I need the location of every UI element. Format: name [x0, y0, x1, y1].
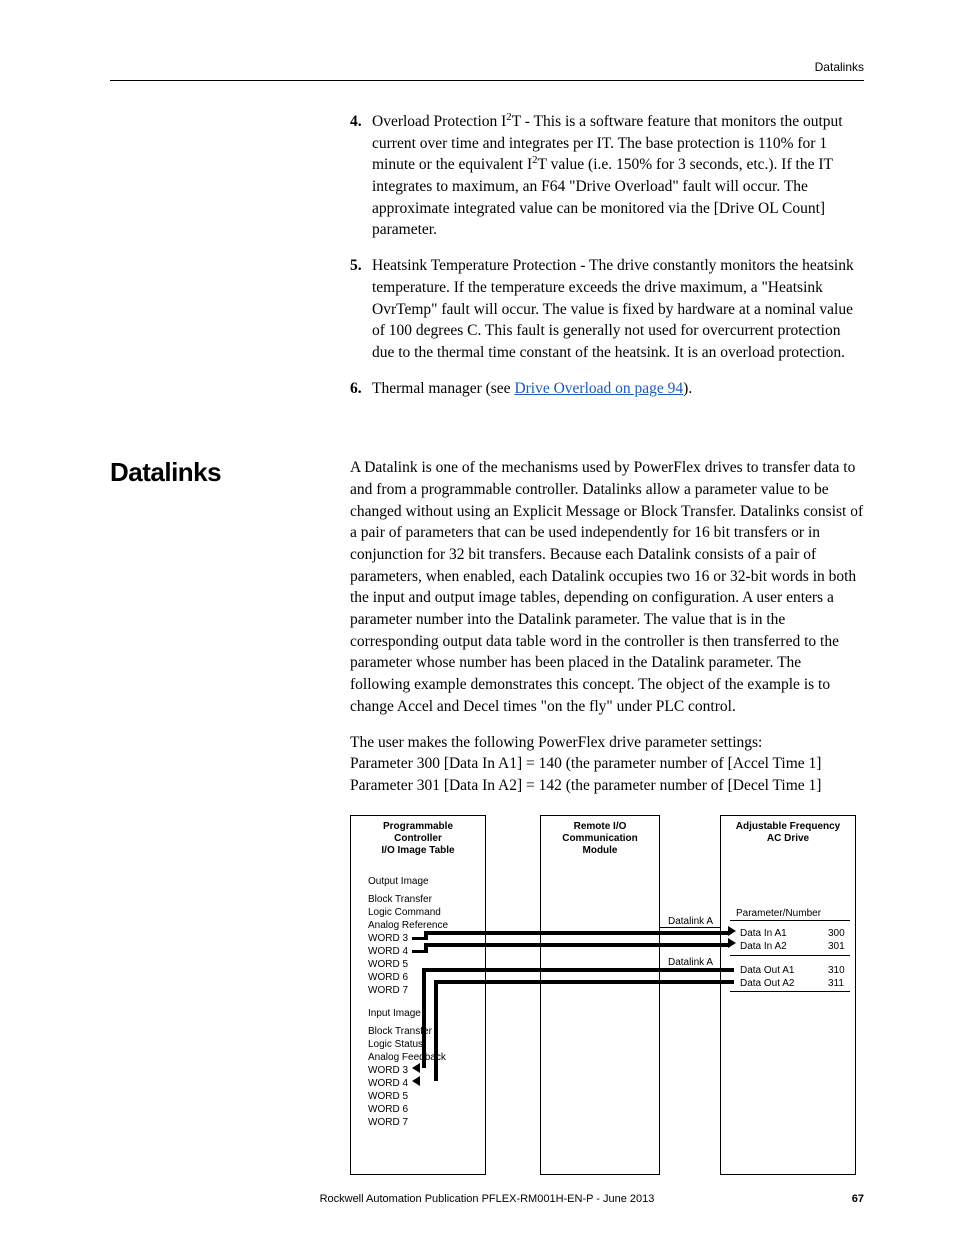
box-drive: Adjustable Frequency AC Drive — [720, 815, 856, 1175]
header-title: Datalinks — [815, 60, 864, 74]
label: Data Out A2 — [740, 977, 794, 990]
list-number: 4. — [350, 111, 372, 241]
numbered-list-row: 4. Overload Protection I2T - This is a s… — [110, 111, 864, 413]
footer-publication: Rockwell Automation Publication PFLEX-RM… — [320, 1193, 655, 1205]
box-line: I/O Image Table — [355, 845, 481, 857]
datalink-diagram: Programmable Controller I/O Image Table … — [350, 815, 860, 1185]
box-line: Controller — [355, 833, 481, 845]
label: 311 — [828, 977, 844, 990]
connector — [422, 968, 426, 1068]
divider — [730, 955, 850, 956]
connector — [434, 980, 438, 1081]
section-title: Datalinks — [110, 457, 350, 488]
divider — [660, 968, 720, 969]
list-item-6: 6. Thermal manager (see Drive Overload o… — [350, 378, 864, 400]
datalinks-section: Datalinks A Datalink is one of the mecha… — [110, 457, 864, 1184]
page-number: 67 — [852, 1193, 864, 1205]
connector — [424, 943, 428, 953]
label: Logic Status — [368, 1038, 423, 1051]
arrow-icon — [412, 1076, 420, 1086]
label-input-image: Input Image — [368, 1007, 421, 1020]
divider — [730, 920, 850, 921]
label: Block Transfer — [368, 893, 432, 906]
label-output-image: Output Image — [368, 875, 429, 888]
list-text: Thermal manager (see Drive Overload on p… — [372, 378, 864, 400]
list-number: 6. — [350, 378, 372, 400]
label: WORD 7 — [368, 1116, 408, 1129]
list-item-4: 4. Overload Protection I2T - This is a s… — [350, 111, 864, 241]
list-text: Heatsink Temperature Protection - The dr… — [372, 255, 864, 363]
arrow-icon — [412, 1063, 420, 1073]
label-param-num: Parameter/Number — [736, 907, 821, 920]
label: Data In A2 — [740, 940, 787, 953]
paragraph-group: The user makes the following PowerFlex d… — [350, 732, 864, 797]
label: WORD 6 — [368, 971, 408, 984]
connector — [412, 950, 424, 953]
arrow-icon — [728, 926, 736, 936]
label: WORD 5 — [368, 1090, 408, 1103]
box-line: AC Drive — [725, 833, 851, 845]
label: WORD 4 — [368, 1077, 408, 1090]
label: 301 — [828, 940, 845, 953]
connector — [424, 935, 428, 940]
list-item-5: 5. Heatsink Temperature Protection - The… — [350, 255, 864, 363]
connector — [424, 931, 730, 935]
label: WORD 3 — [368, 932, 408, 945]
link-drive-overload[interactable]: Drive Overload on page 94 — [514, 380, 683, 397]
connector — [434, 980, 734, 984]
label: WORD 3 — [368, 1064, 408, 1077]
box-line: Communication — [545, 833, 655, 845]
box-line: Programmable — [355, 821, 481, 833]
para-line: Parameter 300 [Data In A1] = 140 (the pa… — [350, 753, 864, 775]
page-header: Datalinks — [110, 60, 864, 81]
box-line: Module — [545, 845, 655, 857]
divider — [730, 991, 850, 992]
label: WORD 7 — [368, 984, 408, 997]
divider — [660, 927, 720, 928]
connector — [424, 943, 730, 947]
label: WORD 4 — [368, 945, 408, 958]
connector — [412, 937, 424, 940]
box-line: Adjustable Frequency — [725, 821, 851, 833]
para-line: The user makes the following PowerFlex d… — [350, 732, 864, 754]
label: WORD 6 — [368, 1103, 408, 1116]
arrow-icon — [728, 938, 736, 948]
label: WORD 5 — [368, 958, 408, 971]
list-number: 5. — [350, 255, 372, 363]
label: Data In A1 — [740, 927, 787, 940]
list-text: Overload Protection I2T - This is a soft… — [372, 111, 864, 241]
label: 300 — [828, 927, 845, 940]
text-fragment: Thermal manager (see — [372, 380, 514, 397]
page-footer: Rockwell Automation Publication PFLEX-RM… — [110, 1193, 864, 1205]
label: 310 — [828, 964, 845, 977]
text-fragment: ). — [683, 380, 692, 397]
label: Data Out A1 — [740, 964, 794, 977]
paragraph: A Datalink is one of the mechanisms used… — [350, 457, 864, 717]
box-line: Remote I/O — [545, 821, 655, 833]
para-line: Parameter 301 [Data In A2] = 142 (the pa… — [350, 775, 864, 797]
box-comm-module: Remote I/O Communication Module — [540, 815, 660, 1175]
label: Logic Command — [368, 906, 441, 919]
